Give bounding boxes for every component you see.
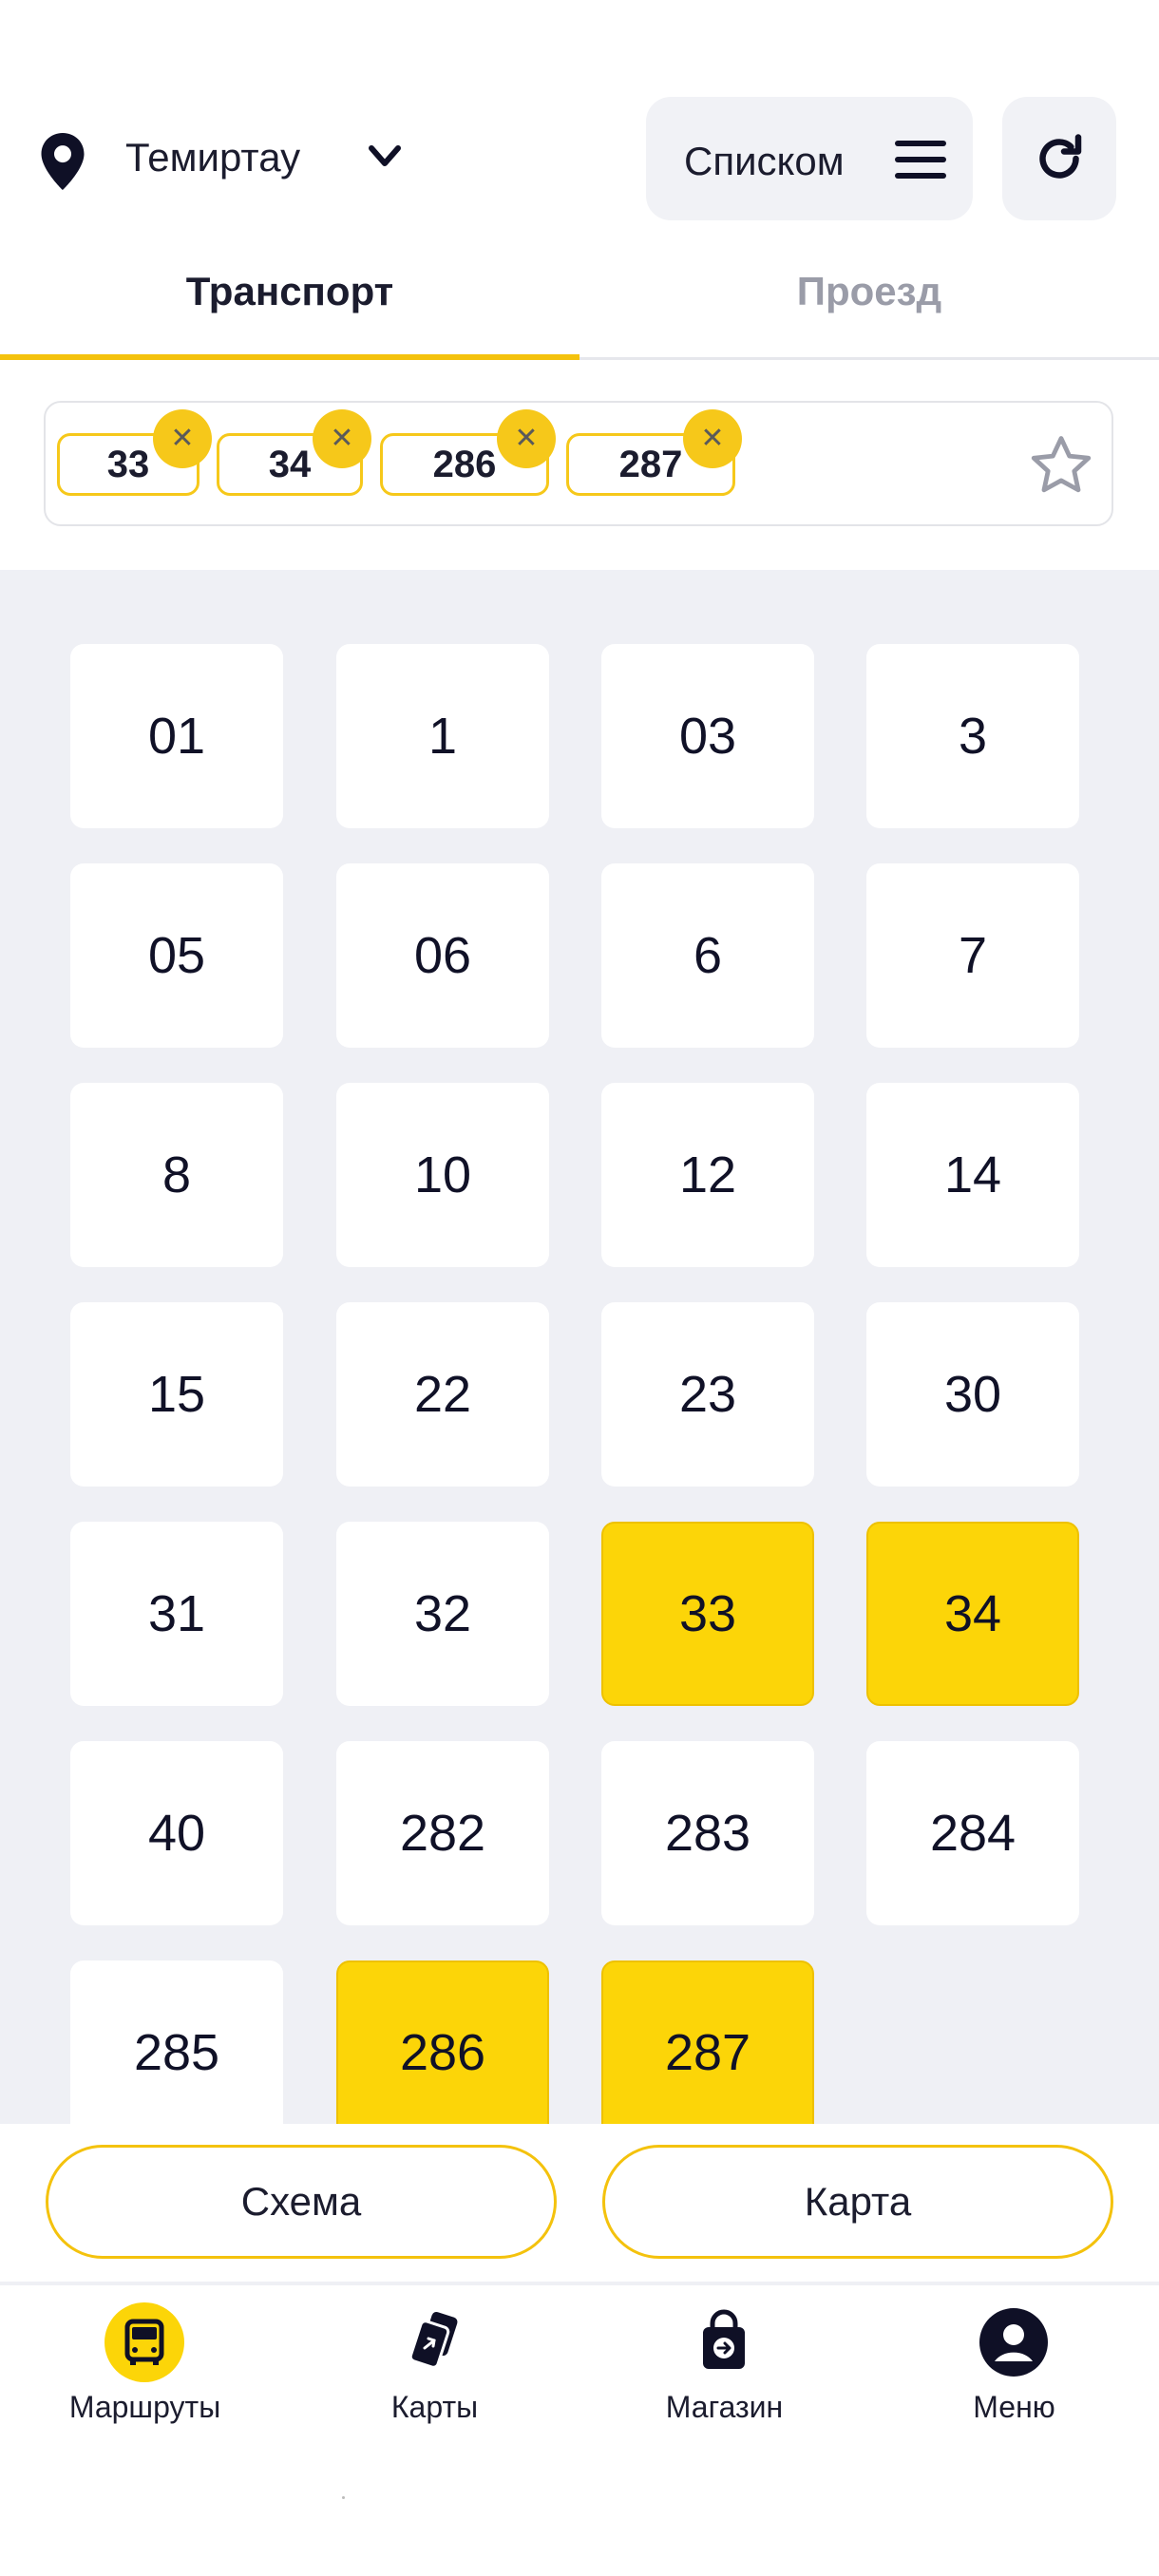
route-tile[interactable]: 23 xyxy=(601,1302,814,1487)
route-tile[interactable]: 3 xyxy=(866,644,1079,828)
remove-chip-icon[interactable]: ✕ xyxy=(497,409,556,468)
shop-bag-icon xyxy=(703,2309,745,2369)
refresh-icon xyxy=(1039,134,1082,179)
route-tile[interactable]: 285 xyxy=(70,1960,283,2124)
chip-label: 287 xyxy=(618,444,683,485)
route-tile[interactable]: 33 xyxy=(601,1522,814,1706)
nav-item-shop[interactable]: Магазин xyxy=(580,2285,869,2456)
menu-lines-icon xyxy=(895,141,946,179)
view-as-list-label: Списком xyxy=(684,139,845,183)
bus-icon xyxy=(124,2319,164,2365)
nav-label: Маршруты xyxy=(68,2390,221,2424)
chip-label: 33 xyxy=(106,444,150,485)
bottom-actions: Схема Карта xyxy=(0,2124,1159,2285)
selected-route-chip[interactable]: 34 ✕ xyxy=(217,409,371,496)
route-tile[interactable]: 40 xyxy=(70,1741,283,1925)
nav-item-routes[interactable]: Маршруты xyxy=(0,2285,290,2456)
route-tile[interactable]: 12 xyxy=(601,1083,814,1267)
bottom-nav: Маршруты Карты Магазин Меню xyxy=(0,2285,1159,2576)
route-tile[interactable]: 1 xyxy=(336,644,549,828)
top-bar: Темиртау Списком xyxy=(0,0,1159,247)
remove-chip-icon[interactable]: ✕ xyxy=(153,409,212,468)
route-tile[interactable]: 22 xyxy=(336,1302,549,1487)
route-tile[interactable]: 8 xyxy=(70,1083,283,1267)
refresh-button[interactable] xyxy=(1002,97,1116,220)
user-icon xyxy=(979,2308,1048,2377)
chip-label: 34 xyxy=(268,444,312,485)
route-tile[interactable]: 32 xyxy=(336,1522,549,1706)
route-tile[interactable]: 34 xyxy=(866,1522,1079,1706)
route-grid: 01 1 03 3 05 06 6 7 8 10 12 14 15 22 23 30 31 32 33 34 40 282… xyxy=(0,570,1159,2124)
cards-icon xyxy=(408,2312,458,2369)
selected-route-chip[interactable]: 33 ✕ xyxy=(57,409,212,496)
route-tile[interactable]: 282 xyxy=(336,1741,549,1925)
scheme-button[interactable]: Схема xyxy=(46,2145,557,2259)
selected-routes-bar: 33 ✕ 34 ✕ 286 ✕ 287 ✕ xyxy=(44,401,1113,526)
route-tile[interactable]: 287 xyxy=(601,1960,814,2124)
tab-transport[interactable]: Транспорт xyxy=(0,247,580,357)
chip-label: 286 xyxy=(432,444,497,485)
nav-item-menu[interactable]: Меню xyxy=(869,2285,1159,2456)
route-tile[interactable]: 03 xyxy=(601,644,814,828)
nav-item-cards[interactable]: Карты xyxy=(290,2285,580,2456)
remove-chip-icon[interactable]: ✕ xyxy=(313,409,371,468)
route-tile[interactable]: 14 xyxy=(866,1083,1079,1267)
route-tile[interactable]: 31 xyxy=(70,1522,283,1706)
view-as-list-button[interactable]: Списком xyxy=(646,97,973,220)
map-button[interactable]: Карта xyxy=(602,2145,1113,2259)
route-tile[interactable]: 7 xyxy=(866,863,1079,1048)
selected-route-chip[interactable]: 286 ✕ xyxy=(380,409,556,496)
route-tile[interactable]: 10 xyxy=(336,1083,549,1267)
route-tile[interactable]: 05 xyxy=(70,863,283,1048)
star-icon[interactable] xyxy=(1026,431,1096,500)
route-tile[interactable]: 283 xyxy=(601,1741,814,1925)
chevron-down-icon[interactable] xyxy=(366,142,404,173)
active-tab-indicator xyxy=(0,354,580,360)
route-tile[interactable]: 06 xyxy=(336,863,549,1048)
route-tile[interactable]: 6 xyxy=(601,863,814,1048)
city-name[interactable]: Темиртау xyxy=(125,135,300,180)
route-tile[interactable]: 15 xyxy=(70,1302,283,1487)
nav-label: Меню xyxy=(973,2390,1055,2424)
location-pin-icon xyxy=(41,133,85,190)
route-tile[interactable]: 286 xyxy=(336,1960,549,2124)
route-tile[interactable]: 01 xyxy=(70,644,283,828)
tab-fare[interactable]: Проезд xyxy=(580,247,1159,357)
gesture-indicator xyxy=(342,2496,345,2499)
remove-chip-icon[interactable]: ✕ xyxy=(683,409,742,468)
nav-label: Магазин xyxy=(665,2390,784,2424)
nav-label: Карты xyxy=(390,2390,479,2424)
tabs: Транспорт Проезд xyxy=(0,247,1159,360)
route-tile[interactable]: 284 xyxy=(866,1741,1079,1925)
selected-route-chip[interactable]: 287 ✕ xyxy=(566,409,742,496)
route-tile[interactable]: 30 xyxy=(866,1302,1079,1487)
